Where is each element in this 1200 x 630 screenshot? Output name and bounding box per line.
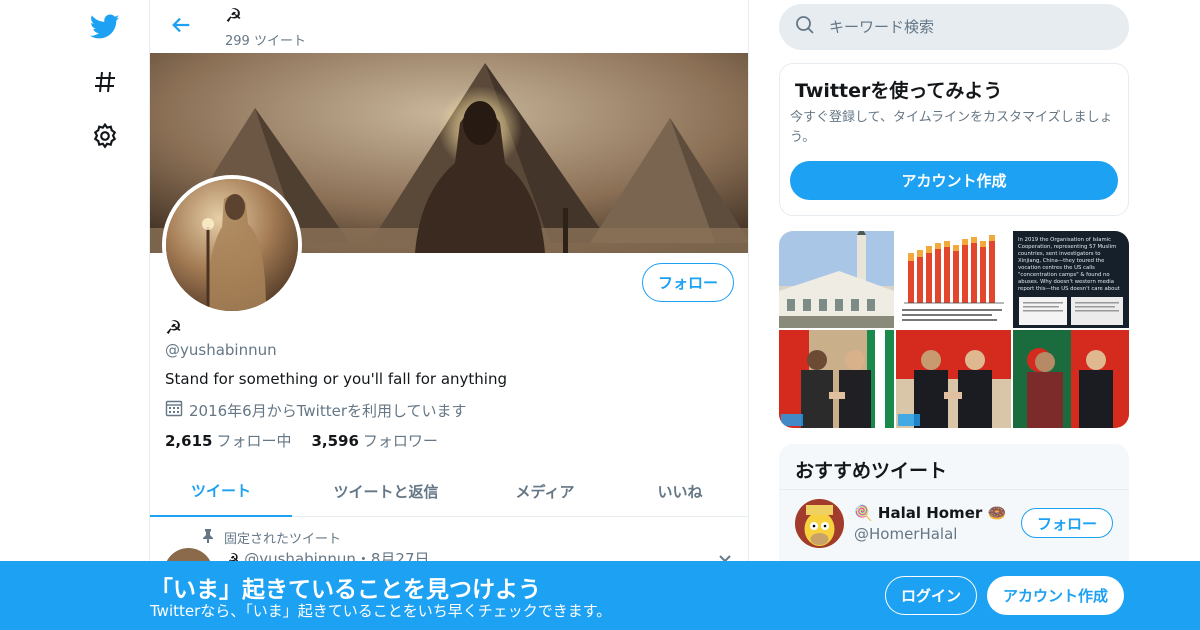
joined-text: 2016年6月からTwitterを利用しています [189, 401, 467, 420]
login-button[interactable]: ログイン [885, 576, 977, 615]
following-label: フォロー中 [216, 432, 292, 450]
profile-tabs: ツイート ツイートと返信 メディア いいね [150, 465, 748, 517]
pinned-label-text: 固定されたツイート [224, 532, 342, 547]
followers-label: フォロワー [362, 432, 438, 450]
recommended-user-name[interactable]: 🍭 Halal Homer 🍩 [854, 504, 1006, 522]
hashtag-icon[interactable] [88, 65, 122, 99]
followers-count: 3,596 [311, 432, 359, 450]
media-tile-handshake-1[interactable] [779, 330, 894, 428]
profile-handle: @yushabinnun [165, 341, 277, 359]
media-tile-bar-chart[interactable] [896, 231, 1011, 328]
recommended-user-handle[interactable]: @HomerHalal [854, 525, 957, 543]
signup-card-title: Twitterを使ってみよう [795, 80, 1003, 102]
media-tile-text-screenshot[interactable]: In 2019 the Organisation of Islamic Coop… [1013, 231, 1129, 328]
pin-icon [202, 528, 214, 547]
tab-likes[interactable]: いいね [610, 465, 748, 517]
recommended-title: おすすめツイート [795, 460, 948, 482]
profile-avatar[interactable] [162, 175, 302, 315]
following-count: 2,615 [165, 432, 213, 450]
right-sidebar: Twitterを使ってみよう 今すぐ登録して、タイムラインをカスタマイズしましょ… [779, 0, 1129, 630]
follow-button[interactable]: フォロー [642, 263, 734, 302]
header-display-name: ☭ [225, 5, 243, 27]
followers-stat[interactable]: 3,596 フォロワー [311, 430, 437, 451]
twitter-logo-icon[interactable] [88, 10, 122, 44]
gear-icon[interactable] [88, 119, 122, 153]
prompt-title: 「いま」起きていることを見つけよう [150, 577, 541, 603]
profile-stats: 2,615 フォロー中 3,596 フォロワー [165, 430, 438, 451]
tab-tweets[interactable]: ツイート [150, 465, 292, 517]
search-icon [795, 15, 815, 39]
signup-button[interactable]: アカウント作成 [987, 576, 1124, 615]
media-gallery: In 2019 the Organisation of Islamic Coop… [779, 231, 1129, 428]
media-tile-handshake-2[interactable] [896, 330, 1011, 428]
profile-column: ☭ 299 ツイート フォロー ☭ @yushabinnun Stand for… [149, 0, 749, 630]
search-box[interactable] [779, 4, 1129, 50]
media-tile-text: In 2019 the Organisation of Islamic Coop… [1018, 237, 1120, 292]
signup-card: Twitterを使ってみよう 今すぐ登録して、タイムラインをカスタマイズしましょ… [779, 63, 1129, 216]
media-tile-mosque[interactable] [779, 231, 894, 328]
back-arrow-icon[interactable] [166, 10, 196, 40]
signup-prompt-bar: 「いま」起きていることを見つけよう Twitterなら、「いま」起きていることを… [0, 561, 1200, 630]
prompt-subtitle: Twitterなら、「いま」起きていることをいち早くチェックできます。 [150, 602, 612, 620]
profile-header-bar: ☭ 299 ツイート [150, 0, 748, 53]
signup-card-subtitle: 今すぐ登録して、タイムラインをカスタマイズしましょう。 [790, 110, 1113, 145]
search-input[interactable] [829, 18, 1109, 36]
tab-tweets-and-replies[interactable]: ツイートと返信 [292, 465, 480, 517]
profile-bio: Stand for something or you'll fall for a… [165, 370, 507, 388]
following-stat[interactable]: 2,615 フォロー中 [165, 430, 291, 451]
media-tile-handshake-3[interactable] [1013, 330, 1129, 428]
calendar-icon [165, 399, 183, 421]
recommended-divider [779, 489, 1129, 490]
header-tweet-count: 299 ツイート [225, 34, 306, 49]
profile-display-name: ☭ [165, 317, 183, 339]
create-account-button[interactable]: アカウント作成 [790, 161, 1118, 200]
pinned-tweet-label: 固定されたツイート [202, 528, 341, 547]
recommended-follow-button[interactable]: フォロー [1021, 508, 1113, 538]
profile-joined-date: 2016年6月からTwitterを利用しています [165, 399, 467, 421]
recommended-user-avatar[interactable] [795, 499, 844, 548]
tab-media[interactable]: メディア [480, 465, 610, 517]
left-nav [0, 0, 150, 630]
